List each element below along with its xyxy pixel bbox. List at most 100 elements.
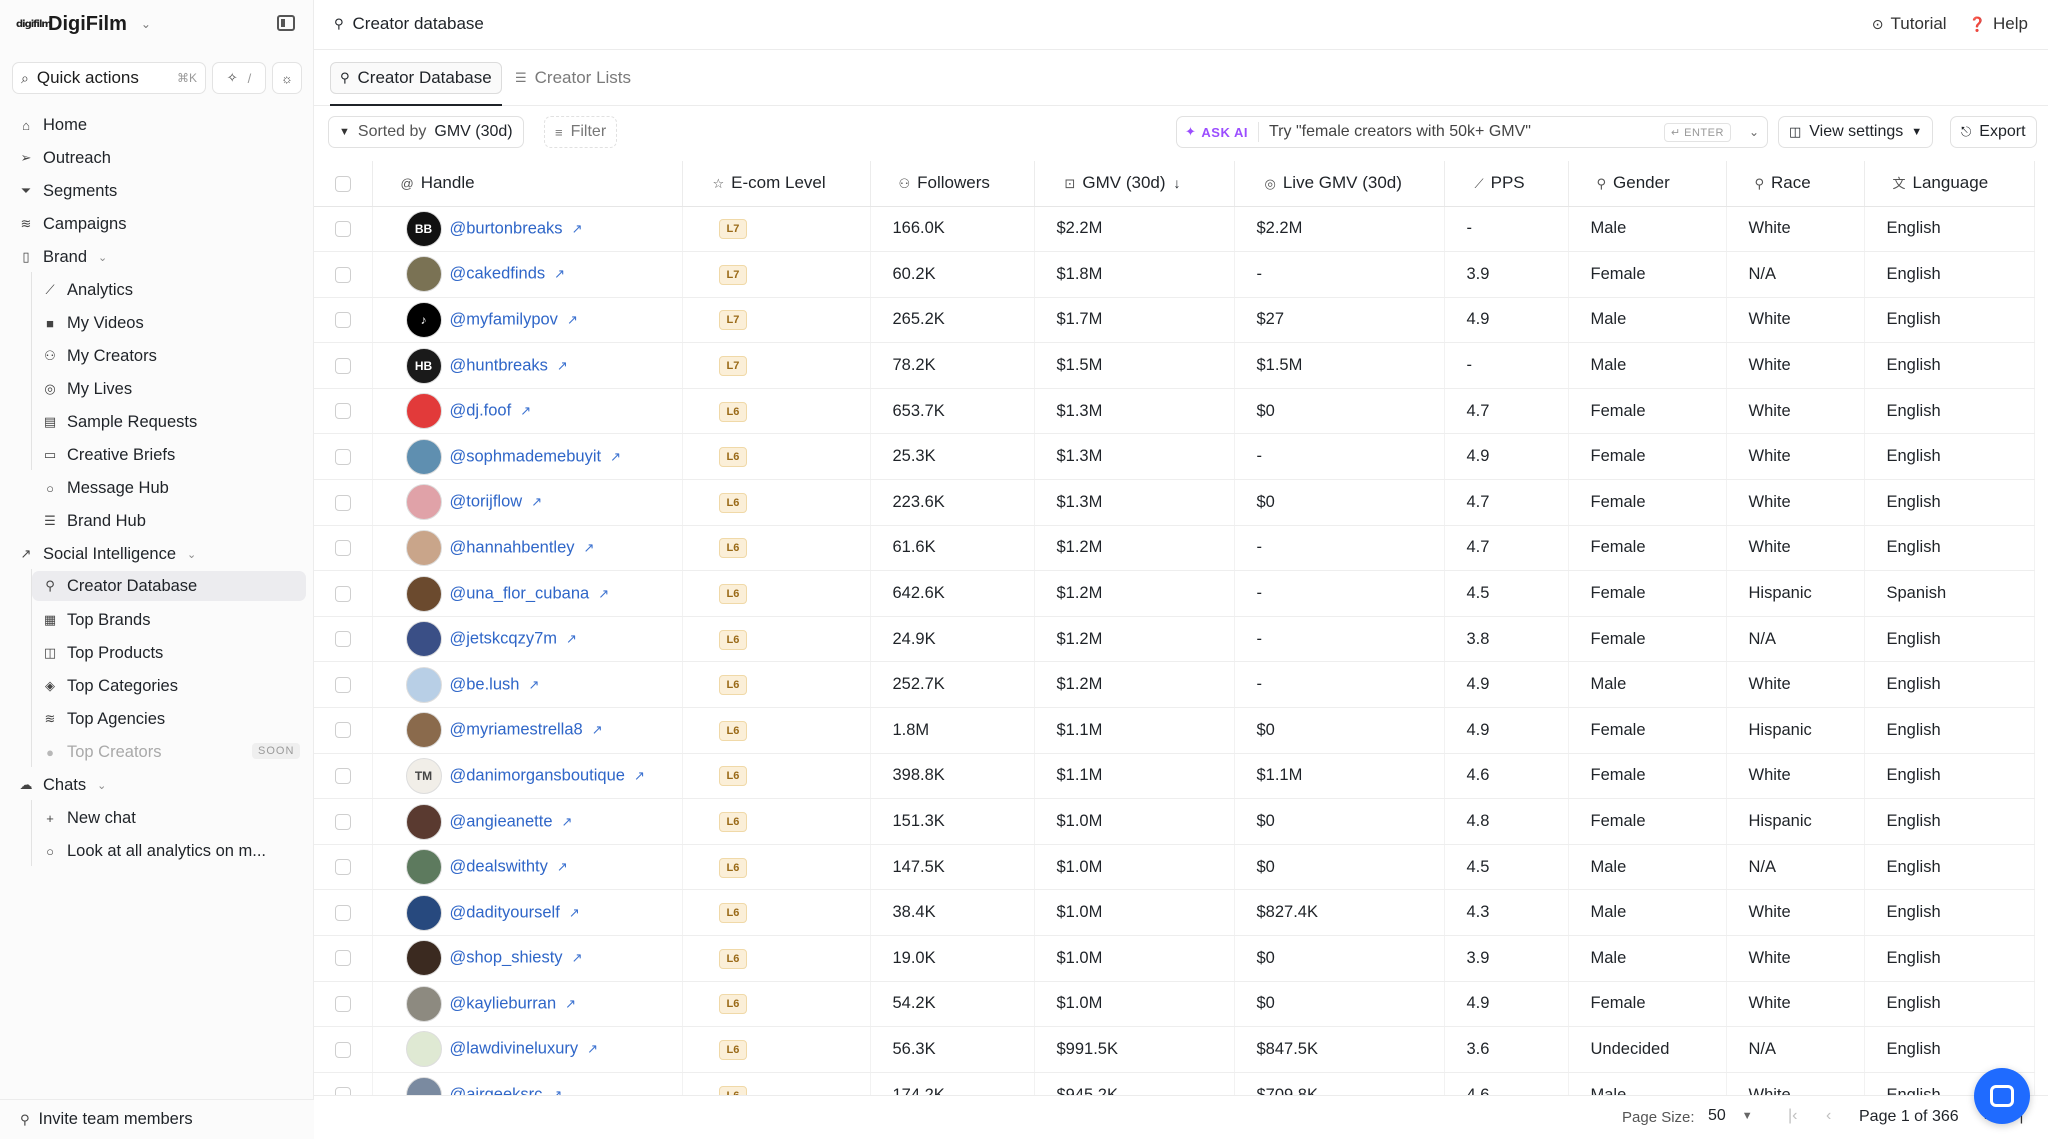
table-row[interactable]: @jetskcqzy7m ↗ L6 24.9K $1.2M -3.8 Female N/A En… (314, 616, 2035, 663)
row-checkbox[interactable] (334, 1041, 351, 1058)
table-row[interactable]: @shop_shiesty ↗ L6 19.0K $1.0M $0 3.9 Male White… (314, 935, 2035, 982)
row-checkbox[interactable] (334, 448, 351, 465)
table-row[interactable]: @lawdivineluxury ↗ L6 56.3K $991.5K $847.5K 3.… (314, 1026, 2035, 1073)
table-row[interactable]: @torijflow ↗ L6 223.6K $1.3M $0 4.7 Female White… (314, 479, 2035, 526)
sidebar-item-analytics[interactable]: ⟋ Analytics (42, 275, 133, 305)
table-row[interactable]: @hannahbentley ↗ L6 61.6K $1.2M -4.7 Female Whi… (314, 525, 2035, 572)
creator-handle-link[interactable]: @lawdivineluxury (450, 1040, 579, 1058)
table-row[interactable]: @dadityourself ↗ L6 38.4K $1.0M $827.4K 4.3 Mal… (314, 889, 2035, 936)
row-checkbox[interactable] (334, 950, 351, 967)
sidebar-item-top-brands[interactable]: ▦ Top Brands (42, 605, 151, 635)
table-row[interactable]: @dj.foof ↗ L6 653.7K $1.3M $0 4.7 Female White En… (314, 388, 2035, 435)
support-chat-button[interactable] (1974, 1068, 2030, 1124)
creator-handle-link[interactable]: @dj.foof (450, 402, 512, 420)
table-row[interactable]: @airgeeksrc ↗ L6 174.2K$945.2K$709.8K4.6Mal… (314, 1072, 2035, 1095)
row-checkbox[interactable] (334, 540, 351, 557)
row-checkbox[interactable] (334, 585, 351, 602)
row-checkbox[interactable] (334, 996, 351, 1013)
row-checkbox[interactable] (334, 312, 351, 329)
table-row[interactable]: TM @danimorgansboutique ↗ L6 398.8K $1.1M $1.1… (314, 753, 2035, 800)
row-checkbox[interactable] (334, 631, 351, 648)
column-header-language[interactable]: 文 Language (1864, 161, 2035, 207)
ask-ai-input[interactable] (1268, 123, 1654, 141)
table-row[interactable]: @angieanette ↗ L6 151.3K $1.0M $0 4.8 Female His… (314, 798, 2035, 845)
table-row[interactable]: BB @burtonbreaks ↗ L7 166.0K $2.2M $2.2M - Male W… (314, 206, 2035, 253)
row-checkbox[interactable] (334, 494, 351, 511)
table-row[interactable]: @kaylieburran ↗ L6 54.2K $1.0M $0 4.9 Female Whi… (314, 981, 2035, 1028)
external-link-icon[interactable]: ↗ (572, 221, 583, 236)
external-link-icon[interactable]: ↗ (557, 859, 568, 874)
tab-creator-database[interactable]: ⚲ Creator Database (330, 62, 502, 106)
sidebar-item-chat-history[interactable]: ○ Look at all analytics on m... (42, 836, 266, 866)
sidebar-item-home[interactable]: ⌂ Home (18, 110, 87, 140)
column-header-followers[interactable]: ⚇ Followers (870, 161, 1035, 207)
help-button[interactable]: ❓ Help (1969, 14, 2028, 34)
creator-handle-link[interactable]: @jetskcqzy7m (450, 630, 558, 648)
table-row[interactable]: @cakedfinds ↗ L7 60.2K $1.8M -3.9 Female N/A Eng… (314, 251, 2035, 298)
table-row[interactable]: ♪ @myfamilypov ↗ L7 265.2K $1.7M $27 4.9 Male Whi… (314, 297, 2035, 344)
creator-handle-link[interactable]: @airgeeksrc (450, 1086, 543, 1095)
row-checkbox[interactable] (334, 768, 351, 785)
column-header-handle[interactable]: @ Handle (372, 161, 683, 207)
creator-handle-link[interactable]: @myfamilypov (450, 310, 558, 328)
sidebar-item-brand[interactable]: ▯ Brand ⌄ (18, 242, 107, 272)
creator-handle-link[interactable]: @angieanette (450, 812, 553, 830)
row-checkbox[interactable] (334, 676, 351, 693)
external-link-icon[interactable]: ↗ (584, 540, 595, 555)
creator-handle-link[interactable]: @dadityourself (450, 903, 560, 921)
row-checkbox[interactable] (334, 220, 351, 237)
sidebar-item-brand-hub[interactable]: ☰ Brand Hub (42, 506, 146, 536)
external-link-icon[interactable]: ↗ (528, 677, 539, 692)
external-link-icon[interactable]: ↗ (531, 494, 542, 509)
external-link-icon[interactable]: ↗ (610, 449, 621, 464)
column-header-gender[interactable]: ⚲ Gender (1568, 161, 1727, 207)
tutorial-button[interactable]: ⊙ Tutorial (1872, 14, 1947, 34)
quick-actions-button[interactable]: ⌕ Quick actions ⌘K (12, 62, 206, 94)
row-checkbox[interactable] (334, 904, 351, 921)
creator-handle-link[interactable]: @danimorgansboutique (450, 766, 625, 784)
row-checkbox[interactable] (334, 266, 351, 283)
column-header-gmv[interactable]: ⊡ GMV (30d) ↓ (1034, 161, 1235, 207)
page-size-select[interactable]: 50 ▼ (1708, 1107, 1753, 1125)
creator-handle-link[interactable]: @cakedfinds (450, 265, 546, 283)
sidebar-item-top-categories[interactable]: ◈ Top Categories (42, 671, 178, 701)
table-row[interactable]: HB @huntbreaks ↗ L7 78.2K $1.5M $1.5M - Male Whit… (314, 342, 2035, 389)
table-row[interactable]: @myriamestrella8 ↗ L6 1.8M $1.1M $0 4.9 Female H… (314, 707, 2035, 754)
external-link-icon[interactable]: ↗ (592, 722, 603, 737)
creator-handle-link[interactable]: @sophmademebuyit (450, 447, 602, 465)
column-header-race[interactable]: ⚲ Race (1726, 161, 1865, 207)
row-checkbox[interactable] (334, 859, 351, 876)
creator-handle-link[interactable]: @huntbreaks (450, 356, 548, 374)
table-row[interactable]: @una_flor_cubana ↗ L6 642.6K $1.2M -4.5 Female… (314, 570, 2035, 617)
table-row[interactable]: @sophmademebuyit ↗ L6 25.3K $1.3M -4.9 Female W… (314, 433, 2035, 481)
invite-team-button[interactable]: ⚲ Invite team members (0, 1099, 314, 1139)
workspace-switcher[interactable]: digifilm DigiFilm ⌄ (16, 10, 151, 38)
external-link-icon[interactable]: ↗ (569, 905, 580, 920)
external-link-icon[interactable]: ↗ (566, 631, 577, 646)
sidebar-item-top-agencies[interactable]: ≋ Top Agencies (42, 704, 166, 734)
creator-handle-link[interactable]: @torijflow (450, 493, 523, 511)
external-link-icon[interactable]: ↗ (557, 358, 568, 373)
sidebar-item-social-intelligence[interactable]: ↗ Social Intelligence ⌄ (18, 539, 197, 569)
sidebar-item-sample-requests[interactable]: ▤ Sample Requests (42, 407, 197, 437)
creator-handle-link[interactable]: @myriamestrella8 (450, 721, 583, 739)
first-page-icon[interactable]: |‹ (1788, 1107, 1797, 1125)
sidebar-item-my-creators[interactable]: ⚇ My Creators (42, 341, 157, 371)
external-link-icon[interactable]: ↗ (562, 814, 573, 829)
creator-handle-link[interactable]: @burtonbreaks (450, 219, 563, 237)
creator-handle-link[interactable]: @una_flor_cubana (450, 584, 590, 602)
sidebar-item-my-videos[interactable]: ■ My Videos (42, 308, 144, 338)
sidebar-toggle-icon[interactable] (277, 15, 295, 31)
external-link-icon[interactable]: ↗ (554, 266, 565, 281)
row-checkbox[interactable] (334, 403, 351, 420)
chevron-down-icon[interactable]: ⌄ (1749, 125, 1759, 139)
external-link-icon[interactable]: ↗ (598, 586, 609, 601)
row-checkbox[interactable] (334, 357, 351, 374)
row-checkbox[interactable] (334, 722, 351, 739)
creator-handle-link[interactable]: @hannahbentley (450, 538, 575, 556)
table-row[interactable]: @be.lush ↗ L6 252.7K $1.2M -4.9 Male White Engli… (314, 661, 2035, 709)
creator-handle-link[interactable]: @be.lush (450, 675, 520, 693)
sidebar-item-creative-briefs[interactable]: ▭ Creative Briefs (42, 440, 175, 470)
column-header-ecom-level[interactable]: ☆ E-com Level (682, 161, 871, 207)
external-link-icon[interactable]: ↗ (520, 403, 531, 418)
